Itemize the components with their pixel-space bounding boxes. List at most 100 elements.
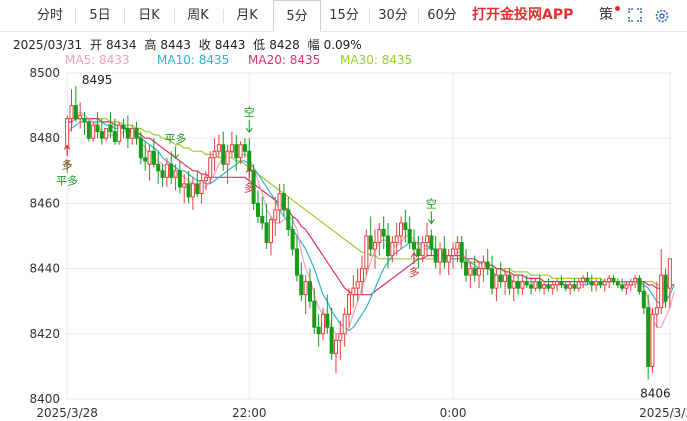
candle-body <box>117 124 122 142</box>
candle-body <box>615 281 620 286</box>
candle-body <box>160 170 165 178</box>
candle-body <box>73 105 78 120</box>
candle-body <box>598 281 603 286</box>
candle-body <box>303 281 308 296</box>
candle-body <box>151 150 156 165</box>
candle-body <box>472 268 477 276</box>
candle-body <box>507 274 512 289</box>
trade-signal-label: 多 <box>244 180 255 194</box>
candle-body <box>637 277 642 292</box>
x-tick-label: 22:00 <box>232 406 267 420</box>
candle-body <box>238 144 243 159</box>
candle-body <box>381 228 386 237</box>
max-price-label: 8495 <box>82 73 113 87</box>
ma30-line <box>67 117 675 286</box>
candle-body <box>555 281 560 286</box>
candle-body <box>481 261 486 270</box>
y-tick-label: 8440 <box>29 262 60 276</box>
candle-body <box>195 183 200 195</box>
candle-body <box>572 284 577 289</box>
candle-body <box>520 281 525 289</box>
candle-body <box>537 281 542 289</box>
candle-body <box>359 268 365 283</box>
candle-body <box>550 284 555 289</box>
candle-body <box>281 193 286 211</box>
candle-body <box>212 150 217 159</box>
candle-body <box>412 242 417 250</box>
trade-signal-label: 空 <box>426 196 437 210</box>
candle-body <box>611 277 616 283</box>
candle-body <box>338 333 343 341</box>
candle-body <box>143 157 148 162</box>
min-price-label: 8406 <box>640 386 671 400</box>
candle-body <box>511 281 516 289</box>
trade-signal-label: 多 <box>409 265 420 279</box>
candle-body <box>69 105 74 120</box>
y-tick-label: 8480 <box>29 131 60 145</box>
candle-body <box>568 284 573 289</box>
candle-body <box>650 313 655 367</box>
candle-body <box>320 313 325 335</box>
candle-body <box>134 127 139 139</box>
candle-body <box>654 307 659 315</box>
candle-body <box>663 274 668 302</box>
candle-body <box>364 235 369 270</box>
candle-body <box>208 157 213 178</box>
candle-body <box>221 144 226 165</box>
candle-body <box>273 209 278 221</box>
candle-body <box>190 183 195 198</box>
candle-body <box>108 124 113 133</box>
candle-body <box>368 235 373 250</box>
candle-body <box>485 261 490 270</box>
candle-body <box>255 202 260 217</box>
candle-body <box>125 127 130 139</box>
candle-body <box>399 222 404 237</box>
candle-body <box>351 287 356 296</box>
candle-body <box>559 281 564 286</box>
trade-signal-label: 空 <box>244 105 255 119</box>
x-tick-label: 2025/3/28 <box>36 406 98 420</box>
candle-body <box>407 228 412 244</box>
candle-body <box>429 235 434 250</box>
candle-body <box>581 277 586 283</box>
candle-body <box>646 307 651 367</box>
candle-body <box>342 313 347 335</box>
candle-body <box>542 284 547 289</box>
candle-body <box>529 284 534 289</box>
candle-body <box>299 274 304 296</box>
candle-body <box>316 326 321 335</box>
candle-body <box>355 281 360 289</box>
candle-body <box>91 124 96 139</box>
candle-body <box>99 131 104 139</box>
candle-body <box>576 281 581 289</box>
candle-body <box>659 274 664 309</box>
candlestick-chart: 8500 8480 8460 8440 8420 84002025/3/28 22:00 0:… <box>29 66 687 420</box>
candle-body <box>416 248 421 257</box>
candle-body <box>585 277 590 283</box>
candle-body <box>333 339 338 354</box>
candle-body <box>312 300 317 328</box>
candle-body <box>147 150 152 165</box>
candle-body <box>620 284 625 289</box>
candle-body <box>130 127 135 139</box>
candle-body <box>203 176 208 182</box>
candle-body <box>346 294 352 315</box>
candle-body <box>442 248 447 263</box>
candle-body <box>164 163 169 178</box>
candle-body <box>169 163 174 178</box>
candle-body <box>494 274 499 289</box>
candle-body <box>307 281 312 302</box>
candle-body <box>104 127 109 139</box>
candle-body <box>78 114 83 120</box>
y-tick-label: 8460 <box>29 196 60 210</box>
candle-body <box>86 121 91 139</box>
candle-body <box>607 277 612 283</box>
candle-body <box>516 281 521 289</box>
candle-body <box>420 242 425 257</box>
candle-body <box>498 274 503 283</box>
candle-body <box>277 193 282 211</box>
candle-body <box>433 248 438 263</box>
candle-body <box>490 268 495 289</box>
candle-body <box>533 281 538 289</box>
candle-body <box>451 248 456 257</box>
